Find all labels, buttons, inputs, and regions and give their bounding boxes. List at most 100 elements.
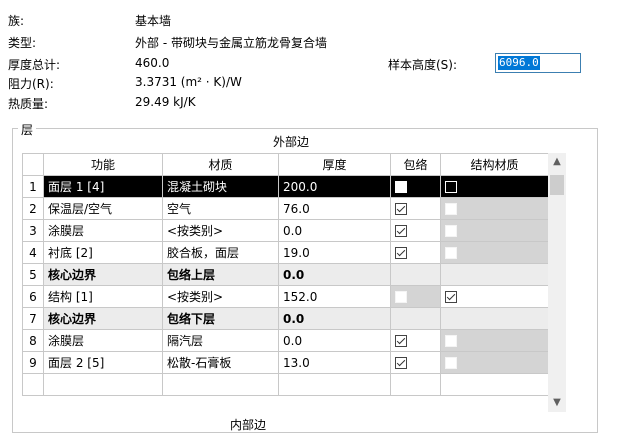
- layer-wraps-cell: [390, 285, 441, 308]
- wraps-checkbox[interactable]: [395, 225, 407, 237]
- interior-side-label: 内部边: [230, 418, 267, 432]
- column-header-number: [22, 153, 44, 176]
- empty-cell[interactable]: [43, 373, 163, 396]
- layer-function[interactable]: 涂膜层: [43, 219, 163, 242]
- layer-thickness[interactable]: 0.0: [278, 329, 391, 352]
- layer-structural-cell: [440, 241, 549, 264]
- layer-thickness: 0.0: [278, 263, 391, 286]
- type-value: 外部 - 带砌块与金属立筋龙骨复合墙: [135, 36, 327, 50]
- layer-function[interactable]: 结构 [1]: [43, 285, 163, 308]
- layer-wraps-cell[interactable]: [390, 329, 441, 352]
- layer-material[interactable]: 隔汽层: [162, 329, 279, 352]
- sample-height-label: 样本高度(S):: [388, 58, 458, 72]
- structural-material-checkbox[interactable]: [445, 291, 457, 303]
- layer-structural-cell[interactable]: [440, 285, 549, 308]
- wraps-checkbox[interactable]: [395, 203, 407, 215]
- row-number[interactable]: 9: [22, 351, 44, 374]
- wraps-checkbox[interactable]: [395, 247, 407, 259]
- scroll-thumb[interactable]: [550, 175, 564, 195]
- layer-function[interactable]: 面层 2 [5]: [43, 351, 163, 374]
- layer-structural-cell: [440, 351, 549, 374]
- row-number[interactable]: 5: [22, 263, 44, 286]
- empty-cell[interactable]: [162, 373, 279, 396]
- layer-function[interactable]: 保温层/空气: [43, 197, 163, 220]
- layer-function[interactable]: 涂膜层: [43, 329, 163, 352]
- table-row-core-boundary[interactable]: 7 核心边界 包络下层 0.0: [22, 307, 549, 330]
- layer-material[interactable]: <按类别>: [162, 219, 279, 242]
- row-number[interactable]: 3: [22, 219, 44, 242]
- layer-thickness[interactable]: 13.0: [278, 351, 391, 374]
- layer-material[interactable]: 松散-石膏板: [162, 351, 279, 374]
- layer-wraps-cell[interactable]: [390, 351, 441, 374]
- row-number[interactable]: 2: [22, 197, 44, 220]
- layer-material[interactable]: <按类别>: [162, 285, 279, 308]
- table-row-core-boundary[interactable]: 5 核心边界 包络上层 0.0: [22, 263, 549, 286]
- family-label: 族:: [8, 14, 25, 28]
- wraps-checkbox: [395, 291, 407, 303]
- vertical-scrollbar[interactable]: ▲ ▼: [548, 153, 566, 412]
- wraps-checkbox[interactable]: [395, 181, 407, 193]
- table-row-empty[interactable]: [22, 373, 549, 396]
- structural-material-checkbox[interactable]: [445, 181, 457, 193]
- resistance-value: 3.3731 (m² · K)/W: [135, 75, 242, 89]
- layer-structural-cell: [440, 307, 549, 330]
- column-header-material[interactable]: 材质: [162, 153, 279, 176]
- column-header-wraps[interactable]: 包络: [390, 153, 441, 176]
- layer-function: 核心边界: [43, 307, 163, 330]
- sample-height-value: 6096.0: [498, 56, 540, 70]
- table-row[interactable]: 4 衬底 [2] 胶合板，面层 19.0: [22, 241, 549, 264]
- structural-material-checkbox: [445, 335, 457, 347]
- layer-structural-cell[interactable]: [440, 175, 549, 198]
- layer-thickness: 0.0: [278, 307, 391, 330]
- table-row[interactable]: 9 面层 2 [5] 松散-石膏板 13.0: [22, 351, 549, 374]
- layer-wraps-cell[interactable]: [390, 219, 441, 242]
- row-number[interactable]: 4: [22, 241, 44, 264]
- table-row[interactable]: 2 保温层/空气 空气 76.0: [22, 197, 549, 220]
- layer-structural-cell: [440, 263, 549, 286]
- scroll-down-arrow-icon[interactable]: ▼: [548, 394, 566, 412]
- layer-thickness[interactable]: 200.0: [278, 175, 391, 198]
- sample-height-input[interactable]: 6096.0: [495, 53, 581, 73]
- layer-thickness[interactable]: 0.0: [278, 219, 391, 242]
- row-number[interactable]: 7: [22, 307, 44, 330]
- table-row[interactable]: 1 面层 1 [4] 混凝土砌块 200.0: [22, 175, 549, 198]
- type-label: 类型:: [8, 36, 37, 50]
- layer-wraps-cell: [390, 263, 441, 286]
- column-header-function[interactable]: 功能: [43, 153, 163, 176]
- empty-cell[interactable]: [278, 373, 391, 396]
- row-number[interactable]: 6: [22, 285, 44, 308]
- layer-function[interactable]: 衬底 [2]: [43, 241, 163, 264]
- thermal-mass-value: 29.49 kJ/K: [135, 95, 196, 109]
- thickness-label: 厚度总计:: [8, 58, 61, 72]
- layer-thickness[interactable]: 19.0: [278, 241, 391, 264]
- layer-wraps-cell[interactable]: [390, 175, 441, 198]
- layers-table: 功能 材质 厚度 包络 结构材质 1 面层 1 [4] 混凝土砌块 200.0 …: [22, 153, 549, 396]
- table-row[interactable]: 3 涂膜层 <按类别> 0.0: [22, 219, 549, 242]
- structural-material-checkbox: [445, 357, 457, 369]
- resistance-label: 阻力(R):: [8, 77, 54, 91]
- layer-thickness[interactable]: 76.0: [278, 197, 391, 220]
- layers-group-title: 层: [18, 121, 37, 138]
- empty-cell[interactable]: [390, 373, 441, 396]
- wraps-checkbox[interactable]: [395, 357, 407, 369]
- layer-wraps-cell[interactable]: [390, 241, 441, 264]
- layer-structural-cell: [440, 329, 549, 352]
- layer-function: 核心边界: [43, 263, 163, 286]
- column-header-thickness[interactable]: 厚度: [278, 153, 391, 176]
- scroll-up-arrow-icon[interactable]: ▲: [548, 153, 566, 171]
- thickness-value: 460.0: [135, 56, 170, 70]
- row-number[interactable]: 8: [22, 329, 44, 352]
- row-number[interactable]: 1: [22, 175, 44, 198]
- table-row[interactable]: 8 涂膜层 隔汽层 0.0: [22, 329, 549, 352]
- column-header-structural-material[interactable]: 结构材质: [440, 153, 549, 176]
- layer-thickness[interactable]: 152.0: [278, 285, 391, 308]
- wraps-checkbox[interactable]: [395, 335, 407, 347]
- row-number[interactable]: [22, 373, 44, 396]
- layer-material[interactable]: 混凝土砌块: [162, 175, 279, 198]
- layer-material[interactable]: 胶合板，面层: [162, 241, 279, 264]
- layer-material[interactable]: 空气: [162, 197, 279, 220]
- empty-cell[interactable]: [440, 373, 549, 396]
- table-row[interactable]: 6 结构 [1] <按类别> 152.0: [22, 285, 549, 308]
- layer-wraps-cell[interactable]: [390, 197, 441, 220]
- layer-function[interactable]: 面层 1 [4]: [43, 175, 163, 198]
